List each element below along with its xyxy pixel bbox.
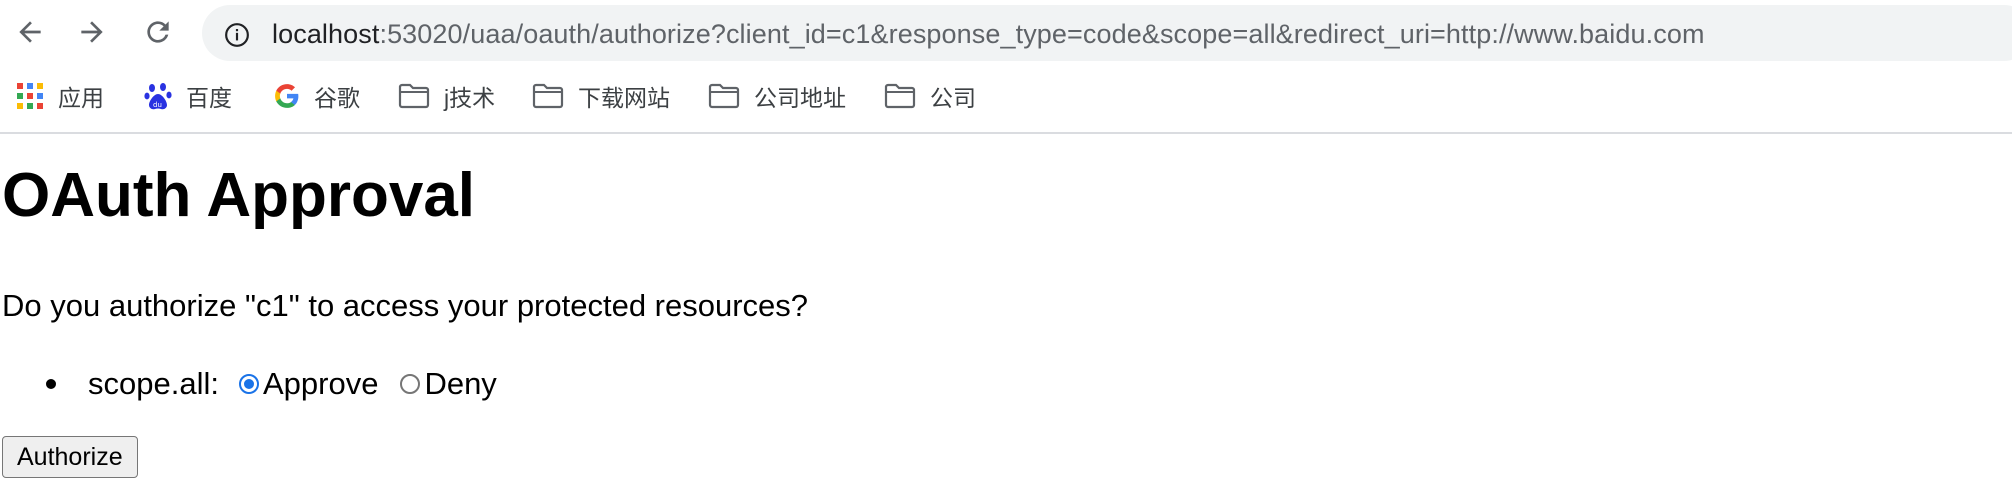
bookmark-google[interactable]: 谷歌 bbox=[274, 66, 360, 126]
reload-button[interactable] bbox=[140, 14, 176, 50]
deny-radio[interactable] bbox=[400, 374, 421, 394]
url-host: localhost bbox=[272, 19, 380, 49]
bookmark-label: 应用 bbox=[58, 85, 104, 111]
bookmark-folder-company-address[interactable]: 公司地址 bbox=[708, 66, 846, 126]
approve-radio[interactable] bbox=[238, 374, 259, 394]
approve-label[interactable]: Approve bbox=[263, 364, 378, 404]
bookmark-label: 百度 bbox=[186, 85, 232, 111]
bookmark-label: 谷歌 bbox=[314, 85, 360, 111]
bookmark-folder-company[interactable]: 公司 bbox=[884, 66, 976, 126]
folder-icon bbox=[708, 83, 740, 109]
browser-toolbar: localhost:53020/uaa/oauth/authorize?clie… bbox=[0, 0, 2012, 66]
bookmark-label: 下载网站 bbox=[578, 85, 670, 111]
bookmarks-bar: 应用 du 百度 谷歌 j技术 下载网站 公司地址 公司 bbox=[0, 66, 2012, 134]
bookmark-folder-tech[interactable]: j技术 bbox=[398, 66, 495, 126]
info-icon[interactable] bbox=[224, 22, 250, 48]
scope-item: scope.all: Approve Deny bbox=[40, 362, 497, 406]
url-path: :53020/uaa/oauth/authorize?client_id=c1&… bbox=[379, 19, 1705, 49]
url-text[interactable]: localhost:53020/uaa/oauth/authorize?clie… bbox=[272, 19, 1705, 49]
bullet-icon bbox=[46, 379, 56, 389]
google-g-icon bbox=[274, 83, 300, 109]
svg-text:du: du bbox=[153, 101, 162, 109]
back-button[interactable] bbox=[12, 14, 48, 50]
page-content: OAuth Approval Do you authorize "c1" to … bbox=[0, 134, 2012, 500]
scope-label: scope.all: bbox=[88, 366, 219, 401]
folder-icon bbox=[398, 83, 430, 109]
bookmark-label: 公司地址 bbox=[754, 85, 846, 111]
bookmark-label: 公司 bbox=[930, 85, 976, 111]
folder-icon bbox=[884, 83, 916, 109]
arrow-right-icon bbox=[81, 21, 103, 43]
reload-icon bbox=[147, 21, 169, 43]
bookmark-folder-downloads[interactable]: 下载网站 bbox=[532, 66, 670, 126]
bookmark-baidu[interactable]: du 百度 bbox=[144, 66, 232, 126]
bookmark-label: j技术 bbox=[444, 85, 496, 111]
forward-button[interactable] bbox=[74, 14, 110, 50]
address-bar[interactable]: localhost:53020/uaa/oauth/authorize?clie… bbox=[202, 5, 2012, 61]
baidu-paw-icon: du bbox=[144, 81, 172, 111]
deny-label[interactable]: Deny bbox=[424, 364, 496, 404]
authorize-button[interactable]: Authorize bbox=[2, 436, 138, 478]
page-title: OAuth Approval bbox=[2, 161, 476, 230]
scope-list: scope.all: Approve Deny bbox=[40, 362, 497, 406]
authorization-question: Do you authorize "c1" to access your pro… bbox=[2, 288, 809, 323]
folder-icon bbox=[532, 83, 564, 109]
apps-grid-icon bbox=[16, 82, 44, 110]
arrow-left-icon bbox=[19, 21, 41, 43]
bookmark-apps[interactable]: 应用 bbox=[16, 66, 104, 126]
